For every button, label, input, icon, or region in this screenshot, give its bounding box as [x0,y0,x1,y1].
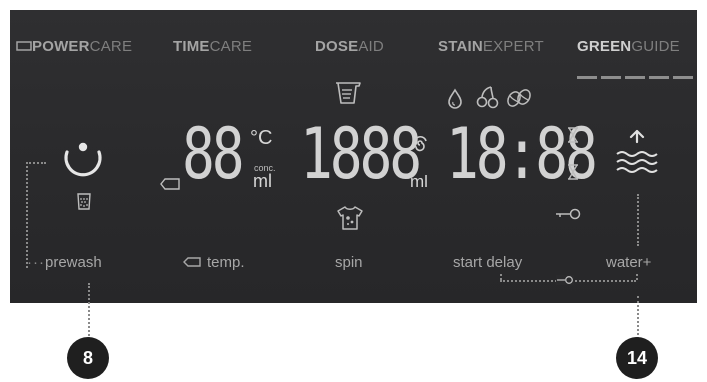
spiral-icon [413,135,427,152]
stainexpert-label: STAINEXPERT [438,38,544,55]
coffee-beans-icon [507,89,531,107]
key-icon [556,208,581,220]
tag-icon [16,41,32,51]
start-delay-button[interactable]: start delay [453,254,522,271]
callout-8: 8 [67,337,109,379]
callout-14-line [637,296,639,339]
shirt-stain-icon [337,206,363,230]
hourglass-icon [568,127,578,143]
prewash-button[interactable]: ···prewash [27,254,102,271]
temp-digits: 88 [182,113,245,195]
callout-14: 14 [616,337,658,379]
dose-digits: 1888 [300,113,422,195]
temp-tag-icon [160,178,180,190]
timecare-label: TIMECARE [173,38,253,55]
ml-label: ml [253,171,272,191]
tag-icon [183,257,201,267]
doseaid-label: DOSEAID [315,38,384,55]
temp-button[interactable]: temp. [183,254,245,271]
water-guide-tick [636,274,638,280]
spin-button[interactable]: spin [335,254,363,271]
drop-icon [448,88,462,109]
powercare-label: POWERCARE [16,38,132,55]
prewash-guide-v [26,162,28,268]
water-guide-v [637,194,639,246]
key-icon [556,275,574,285]
callout-8-line [88,283,90,339]
water-plus-button[interactable]: water+ [606,254,651,271]
detergent-cup-icon [336,82,361,104]
temp-unit: °C [250,127,273,149]
prewash-cup-icon [77,193,91,210]
prewash-guide-h [26,162,46,164]
water-level-icon [616,129,658,173]
start-delay-guide-tick [500,274,502,280]
dose-unit: ml [410,172,428,191]
hourglass-icon [568,164,578,180]
cherries-icon [476,86,499,109]
power-icon[interactable] [61,142,105,177]
greenguide-label: GREENGUIDE [577,38,680,55]
greenguide-bars [577,76,693,79]
